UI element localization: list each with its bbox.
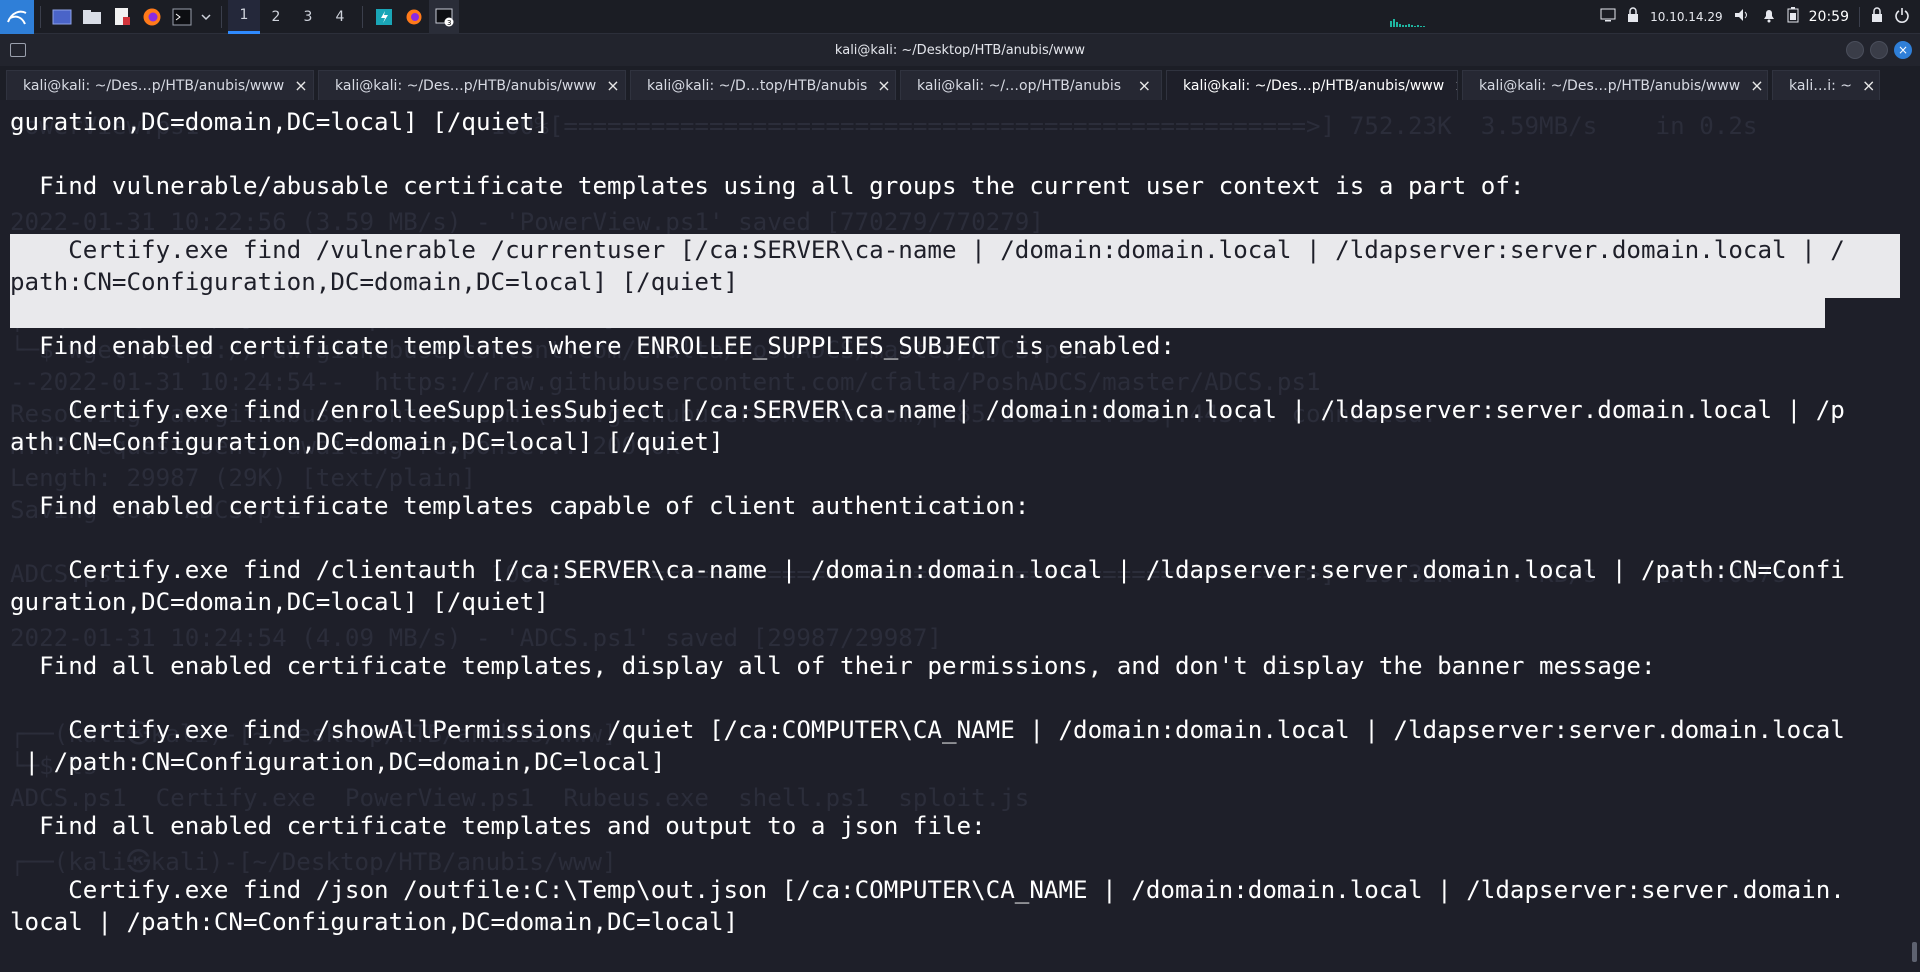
show-desktop-icon[interactable] (47, 0, 77, 34)
network-graph (1390, 7, 1550, 27)
lock-icon[interactable] (1870, 7, 1884, 27)
terminal-line: ath:CN=Configuration,DC=domain,DC=local]… (10, 428, 724, 456)
text-editor-icon[interactable] (107, 0, 137, 34)
top-panel: 1 2 3 4 3 10.10.14.29 20:59 (0, 0, 1920, 34)
volume-icon[interactable] (1733, 7, 1751, 27)
selection-highlight (10, 298, 1825, 328)
firefox-icon[interactable] (399, 0, 429, 34)
window-menu-icon[interactable] (10, 43, 26, 57)
close-tab-icon[interactable]: × (1750, 76, 1763, 95)
svg-text:3: 3 (447, 19, 451, 27)
terminal-line: Find all enabled certificate templates a… (10, 812, 986, 840)
monitor-icon[interactable] (1600, 8, 1616, 26)
terminal-badge-icon[interactable]: 3 (429, 0, 459, 34)
bell-icon[interactable] (1761, 7, 1777, 27)
terminal-line: Find all enabled certificate templates, … (10, 652, 1656, 680)
tab-label: kali@kali: ~/Des…p/HTB/anubis/www (23, 77, 285, 94)
terminal-icon[interactable] (167, 0, 197, 34)
tab-label: kali…i: ~ (1789, 77, 1853, 94)
terminal-line: Find enabled certificate templates capab… (10, 492, 1030, 520)
lock-network-icon[interactable] (1626, 7, 1640, 27)
close-tab-icon[interactable]: × (606, 76, 619, 95)
clock[interactable]: 20:59 (1809, 9, 1849, 25)
battery-icon[interactable] (1787, 7, 1799, 27)
terminal-tab-4[interactable]: kali@kali: ~/…op/HTB/anubis × (900, 70, 1162, 100)
terminal-tab-7[interactable]: kali…i: ~ × (1772, 70, 1880, 100)
workspace-1[interactable]: 1 (228, 0, 260, 34)
terminal-line: guration,DC=domain,DC=local] [/quiet] (10, 108, 549, 136)
tab-label: kali@kali: ~/Des…p/HTB/anubis/www (1479, 77, 1741, 94)
maximize-button[interactable] (1870, 41, 1888, 59)
scrollbar[interactable] (1912, 942, 1917, 962)
dropdown-chevron-icon[interactable] (197, 0, 215, 34)
terminal-line: Certify.exe find /clientauth [/ca:SERVER… (10, 556, 1845, 584)
minimize-button[interactable] (1846, 41, 1864, 59)
terminal-tab-5[interactable]: kali@kali: ~/Des…p/HTB/anubis/www × (1166, 70, 1458, 100)
close-tab-icon[interactable]: × (1138, 76, 1151, 95)
terminal-line: Find vulnerable/abusable certificate tem… (10, 172, 1525, 200)
terminal-tab-6[interactable]: kali@kali: ~/Des…p/HTB/anubis/www × (1462, 70, 1768, 100)
firefox-icon[interactable] (137, 0, 167, 34)
tab-label: kali@kali: ~/Des…p/HTB/anubis/www (335, 77, 597, 94)
workspace-4[interactable]: 4 (324, 0, 356, 34)
terminal-tab-1[interactable]: kali@kali: ~/Des…p/HTB/anubis/www × (6, 70, 314, 100)
close-tab-icon[interactable]: × (1454, 76, 1457, 95)
terminal-line-selected: Certify.exe find /vulnerable /currentuse… (10, 236, 1845, 264)
terminal-line: | /path:CN=Configuration,DC=domain,DC=lo… (10, 748, 666, 776)
window-titlebar[interactable]: kali@kali: ~/Desktop/HTB/anubis/www × (0, 34, 1920, 66)
tab-label: kali@kali: ~/D…top/HTB/anubis (647, 77, 868, 94)
power-icon[interactable] (1894, 7, 1910, 27)
tab-label: kali@kali: ~/Des…p/HTB/anubis/www (1183, 77, 1445, 94)
ip-address: 10.10.14.29 (1650, 10, 1723, 24)
window-title: kali@kali: ~/Desktop/HTB/anubis/www (834, 42, 1086, 58)
close-tab-icon[interactable]: × (877, 76, 890, 95)
terminal-line: guration,DC=domain,DC=local] [/quiet] (10, 588, 549, 616)
tab-bar: kali@kali: ~/Des…p/HTB/anubis/www × kali@… (0, 66, 1920, 100)
terminal-tab-2[interactable]: kali@kali: ~/Des…p/HTB/anubis/www × (318, 70, 626, 100)
terminal-tab-3[interactable]: kali@kali: ~/D…top/HTB/anubis × (630, 70, 896, 100)
terminal-line: Find enabled certificate templates where… (10, 332, 1175, 360)
terminal-line: Certify.exe find /enrolleeSuppliesSubjec… (10, 396, 1845, 424)
kali-menu-icon[interactable] (0, 0, 34, 34)
terminal-line: local | /path:CN=Configuration,DC=domain… (10, 908, 739, 936)
tab-label: kali@kali: ~/…op/HTB/anubis (917, 77, 1122, 94)
burp-icon[interactable] (369, 0, 399, 34)
workspace-3[interactable]: 3 (292, 0, 324, 34)
close-tab-icon[interactable]: × (1862, 76, 1875, 95)
terminal-line-selected: path:CN=Configuration,DC=domain,DC=local… (10, 268, 739, 296)
workspace-2[interactable]: 2 (260, 0, 292, 34)
file-manager-icon[interactable] (77, 0, 107, 34)
close-button[interactable]: × (1894, 41, 1912, 59)
terminal-output[interactable]: PowerView.ps1 100%[=====================… (0, 100, 1920, 972)
terminal-line: Certify.exe find /json /outfile:C:\Temp\… (10, 876, 1845, 904)
close-tab-icon[interactable]: × (294, 76, 307, 95)
terminal-line: Certify.exe find /showAllPermissions /qu… (10, 716, 1845, 744)
